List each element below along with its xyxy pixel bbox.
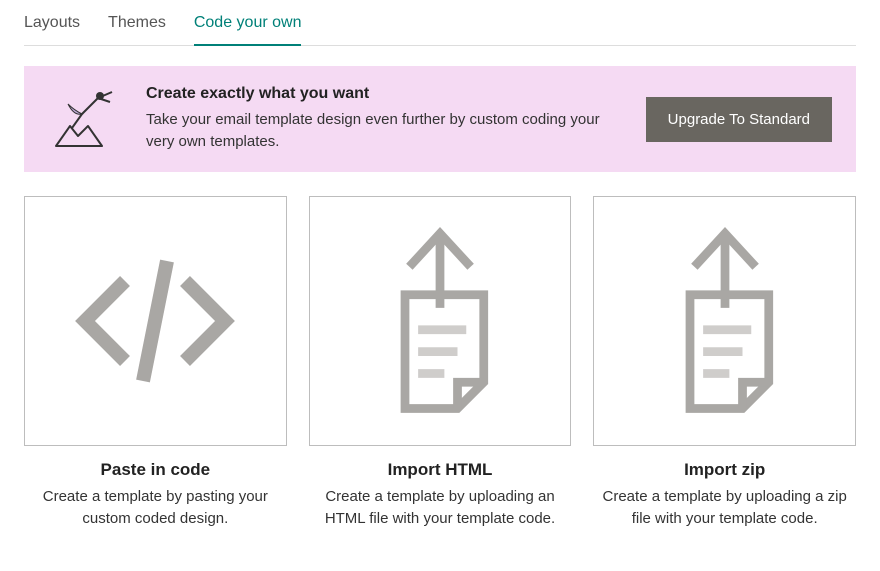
card-desc: Create a template by pasting your custom… (24, 486, 287, 530)
card-import-html[interactable]: Import HTML Create a template by uploadi… (309, 196, 572, 530)
card-row: Paste in code Create a template by pasti… (24, 196, 856, 530)
banner-text: Create exactly what you want Take your e… (146, 85, 628, 153)
card-desc: Create a template by uploading an HTML f… (309, 486, 572, 530)
card-image (24, 196, 287, 446)
tab-layouts[interactable]: Layouts (24, 4, 80, 46)
upload-file-icon (655, 221, 795, 421)
tab-themes[interactable]: Themes (108, 4, 166, 46)
card-import-zip[interactable]: Import zip Create a template by uploadin… (593, 196, 856, 530)
card-desc: Create a template by uploading a zip fil… (593, 486, 856, 530)
tab-code-your-own[interactable]: Code your own (194, 4, 302, 46)
card-image (593, 196, 856, 446)
code-icon (55, 231, 255, 411)
banner-title: Create exactly what you want (146, 85, 628, 103)
card-paste-in-code[interactable]: Paste in code Create a template by pasti… (24, 196, 287, 530)
banner-illustration-icon (48, 84, 128, 154)
upgrade-button[interactable]: Upgrade To Standard (646, 97, 832, 142)
card-image (309, 196, 572, 446)
tab-bar: Layouts Themes Code your own (24, 0, 856, 46)
banner-body: Take your email template design even fur… (146, 109, 628, 153)
upload-file-icon (370, 221, 510, 421)
upgrade-banner: Create exactly what you want Take your e… (24, 66, 856, 172)
card-title: Paste in code (24, 460, 287, 480)
card-title: Import zip (593, 460, 856, 480)
card-title: Import HTML (309, 460, 572, 480)
